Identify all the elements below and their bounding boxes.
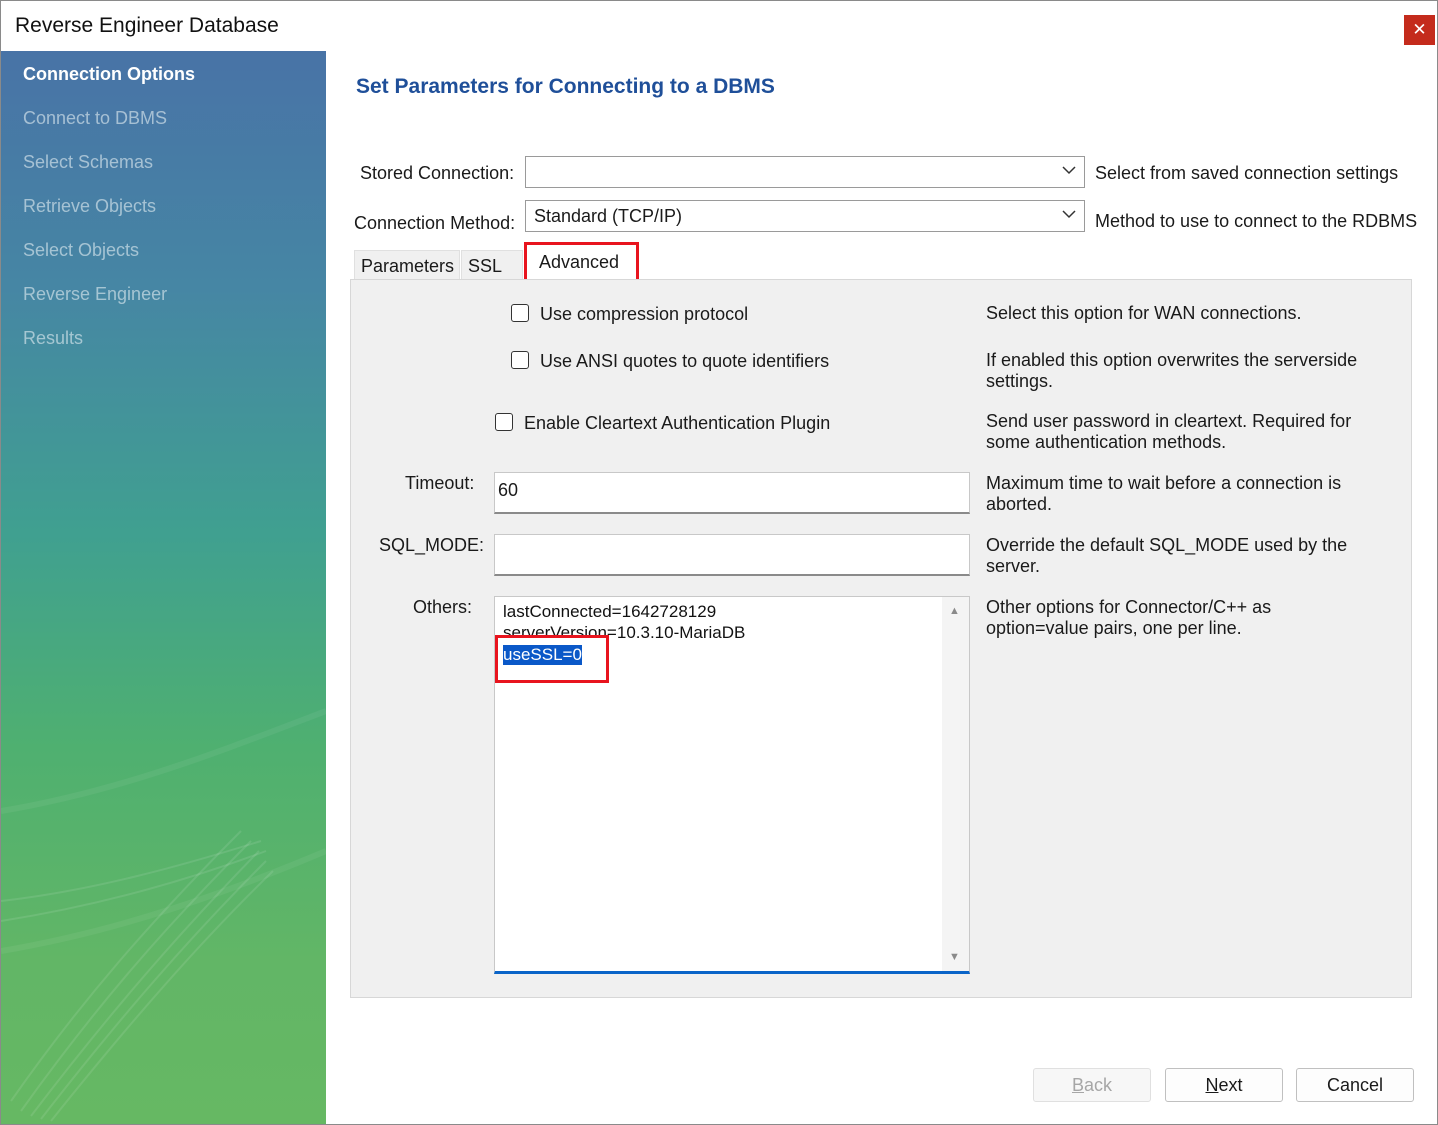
cancel-label: Cancel: [1326, 1075, 1384, 1095]
tab-ssl[interactable]: SSL: [461, 250, 523, 280]
sidebar-item-retrieve-objects[interactable]: Retrieve Objects: [23, 196, 156, 217]
page-title: Set Parameters for Connecting to a DBMS: [356, 75, 775, 98]
connection-method-select[interactable]: Standard (TCP/IP): [525, 200, 1085, 232]
connection-method-label: Connection Method:: [354, 213, 516, 233]
compression-label[interactable]: Use compression protocol: [540, 304, 748, 325]
cleartext-label[interactable]: Enable Cleartext Authentication Plugin: [524, 413, 830, 434]
close-icon: ✕: [1412, 20, 1427, 39]
cleartext-hint-line2: some authentication methods.: [986, 432, 1227, 452]
next-button[interactable]: Next: [1165, 1068, 1283, 1102]
timeout-input[interactable]: 60: [494, 472, 970, 514]
compression-hint: Select this option for WAN connections.: [986, 303, 1302, 323]
sql-mode-hint-line1: Override the default SQL_MODE used by th…: [986, 535, 1348, 555]
sidebar-item-select-objects[interactable]: Select Objects: [23, 240, 139, 261]
cleartext-checkbox[interactable]: [495, 413, 513, 431]
ansi-quotes-hint-line1: If enabled this option overwrites the se…: [986, 350, 1358, 370]
sql-mode-input[interactable]: [494, 534, 970, 576]
tab-ssl-label: SSL: [468, 256, 503, 276]
back-mnemonic: B: [1071, 1075, 1084, 1095]
scroll-up-icon[interactable]: ▲: [949, 605, 960, 617]
others-hint-line1: Other options for Connector/C++ as: [986, 597, 1272, 617]
scroll-down-icon[interactable]: ▼: [949, 951, 960, 963]
stored-connection-select[interactable]: [525, 156, 1085, 188]
chevron-down-icon: [1062, 210, 1076, 219]
tab-parameters-label: Parameters: [361, 256, 455, 276]
stored-connection-hint: Select from saved connection settings: [1095, 163, 1399, 183]
window-title: Reverse Engineer Database: [15, 14, 279, 37]
sidebar-item-results[interactable]: Results: [23, 328, 83, 349]
connection-method-value: Standard (TCP/IP): [534, 206, 683, 226]
timeout-hint-line1: Maximum time to wait before a connection…: [986, 473, 1342, 493]
sidebar-item-reverse-engineer[interactable]: Reverse Engineer: [23, 284, 167, 305]
cancel-button[interactable]: Cancel: [1296, 1068, 1414, 1102]
back-button[interactable]: Back: [1033, 1068, 1151, 1102]
timeout-label: Timeout:: [405, 473, 475, 493]
ansi-quotes-checkbox[interactable]: [511, 351, 529, 369]
ansi-quotes-label[interactable]: Use ANSI quotes to quote identifiers: [540, 351, 829, 372]
ansi-quotes-hint-line2: settings.: [986, 371, 1054, 391]
sql-mode-hint-line2: server.: [986, 556, 1041, 576]
sql-mode-label: SQL_MODE:: [379, 535, 485, 555]
sidebar-item-connect-to-dbms[interactable]: Connect to DBMS: [23, 108, 167, 129]
close-button[interactable]: ✕: [1404, 15, 1435, 45]
sidebar-item-connection-options[interactable]: Connection Options: [23, 64, 195, 85]
title-bar: Reverse Engineer Database ✕: [1, 1, 1437, 51]
timeout-hint-line2: aborted.: [986, 494, 1053, 514]
others-label: Others:: [413, 597, 473, 617]
use-ssl-highlight-box: [495, 635, 609, 683]
connection-method-hint: Method to use to connect to the RDBMS: [1095, 211, 1418, 231]
back-label-rest: ack: [1084, 1075, 1113, 1095]
next-label-rest: ext: [1218, 1075, 1243, 1095]
compression-checkbox[interactable]: [511, 304, 529, 322]
timeout-value: 60: [498, 480, 519, 500]
dialog-window: Reverse Engineer Database ✕ Connection O…: [0, 0, 1438, 1125]
others-line-last-connected: lastConnected=1642728129: [503, 602, 717, 621]
cleartext-hint-line1: Send user password in cleartext. Require…: [986, 411, 1352, 431]
chevron-down-icon: [1062, 166, 1076, 175]
next-mnemonic: N: [1205, 1075, 1219, 1095]
tab-parameters[interactable]: Parameters: [354, 250, 460, 280]
stored-connection-label: Stored Connection:: [360, 163, 515, 183]
others-hint-line2: option=value pairs, one per line.: [986, 618, 1242, 638]
others-scrollbar[interactable]: ▲ ▼: [942, 597, 969, 971]
sidebar-item-select-schemas[interactable]: Select Schemas: [23, 152, 153, 173]
wizard-sidebar: Connection Options Connect to DBMS Selec…: [1, 51, 326, 1124]
